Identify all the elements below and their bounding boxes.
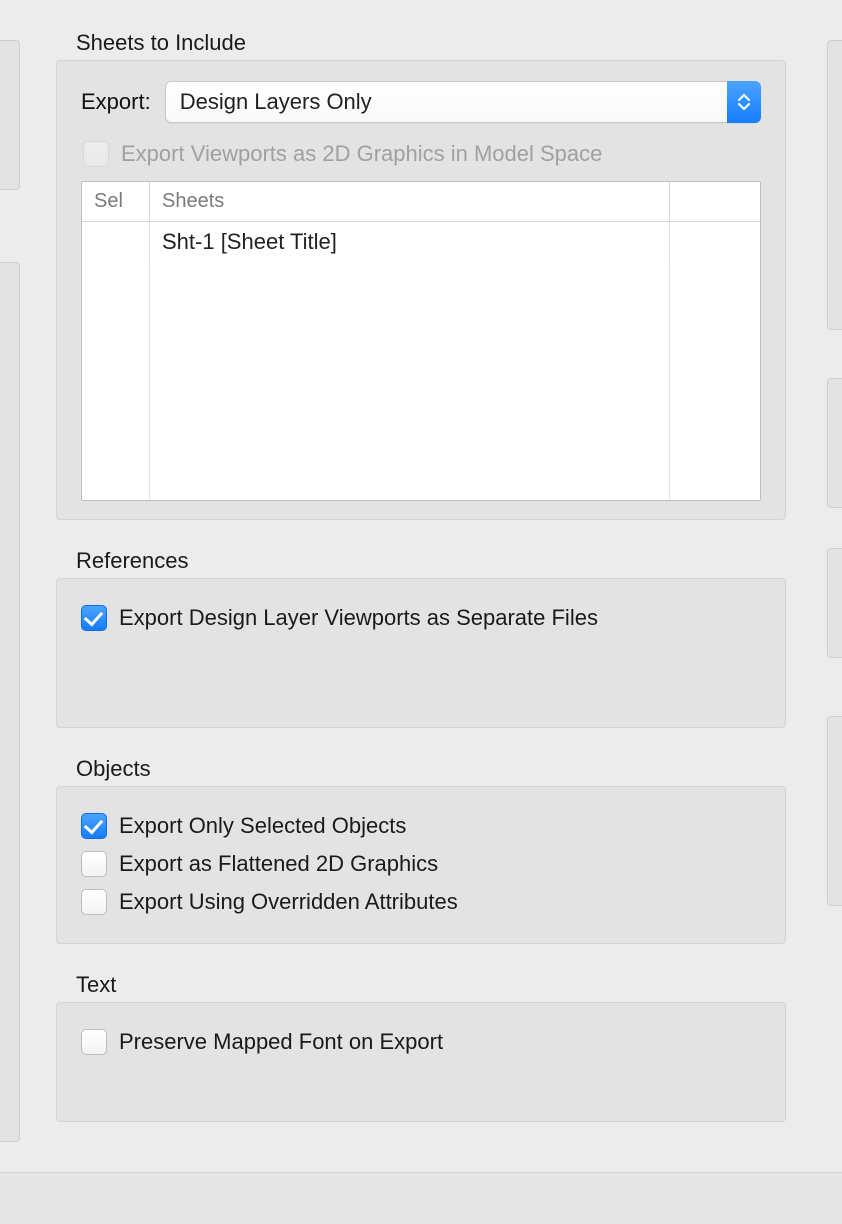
edge-panel [827,548,842,658]
export-dlvp-separate-row[interactable]: Export Design Layer Viewports as Separat… [81,599,761,637]
export-flattened-2d-label: Export as Flattened 2D Graphics [119,851,438,877]
export-dlvp-separate-label: Export Design Layer Viewports as Separat… [119,605,598,631]
col-extra-header[interactable] [670,182,760,221]
table-row-sheet[interactable]: Sht-1 [Sheet Title] [150,222,670,262]
sheets-section-title: Sheets to Include [76,30,786,56]
export-flattened-2d-row[interactable]: Export as Flattened 2D Graphics [81,845,761,883]
col-sel-header[interactable]: Sel [82,182,150,221]
text-group: Preserve Mapped Font on Export [56,1002,786,1122]
text-section-title: Text [76,972,786,998]
export-overridden-attrs-checkbox[interactable] [81,889,107,915]
export-flattened-2d-checkbox[interactable] [81,851,107,877]
bottom-bar [0,1172,842,1224]
references-group: Export Design Layer Viewports as Separat… [56,578,786,728]
export-viewports-2d-checkbox [83,141,109,167]
export-select-value: Design Layers Only [180,89,372,115]
table-row-sel[interactable] [82,222,150,262]
references-section-title: References [76,548,786,574]
sheets-group: Export: Design Layers Only Export Viewpo… [56,60,786,520]
export-only-selected-row[interactable]: Export Only Selected Objects [81,807,761,845]
export-overridden-attrs-label: Export Using Overridden Attributes [119,889,458,915]
export-only-selected-label: Export Only Selected Objects [119,813,406,839]
export-label: Export: [81,89,151,115]
objects-group: Export Only Selected Objects Export as F… [56,786,786,944]
edge-panel [827,716,842,906]
table-row[interactable]: Sht-1 [Sheet Title] [82,222,760,262]
export-viewports-2d-row: Export Viewports as 2D Graphics in Model… [83,141,761,167]
export-dlvp-separate-checkbox[interactable] [81,605,107,631]
col-sheets-header[interactable]: Sheets [150,182,670,221]
export-overridden-attrs-row[interactable]: Export Using Overridden Attributes [81,883,761,921]
export-viewports-2d-label: Export Viewports as 2D Graphics in Model… [121,141,602,167]
export-only-selected-checkbox[interactable] [81,813,107,839]
edge-panel [0,40,20,190]
preserve-mapped-font-row[interactable]: Preserve Mapped Font on Export [81,1023,761,1061]
preserve-mapped-font-label: Preserve Mapped Font on Export [119,1029,443,1055]
preserve-mapped-font-checkbox[interactable] [81,1029,107,1055]
chevron-up-down-icon [727,81,761,123]
sheets-table[interactable]: Sel Sheets Sht-1 [Sheet Title] [81,181,761,501]
edge-panel [0,262,20,1142]
table-row-empty [82,262,760,500]
objects-section-title: Objects [76,756,786,782]
edge-panel [827,378,842,508]
sheets-table-header: Sel Sheets [82,182,760,222]
export-select[interactable]: Design Layers Only [165,81,761,123]
edge-panel [827,40,842,330]
